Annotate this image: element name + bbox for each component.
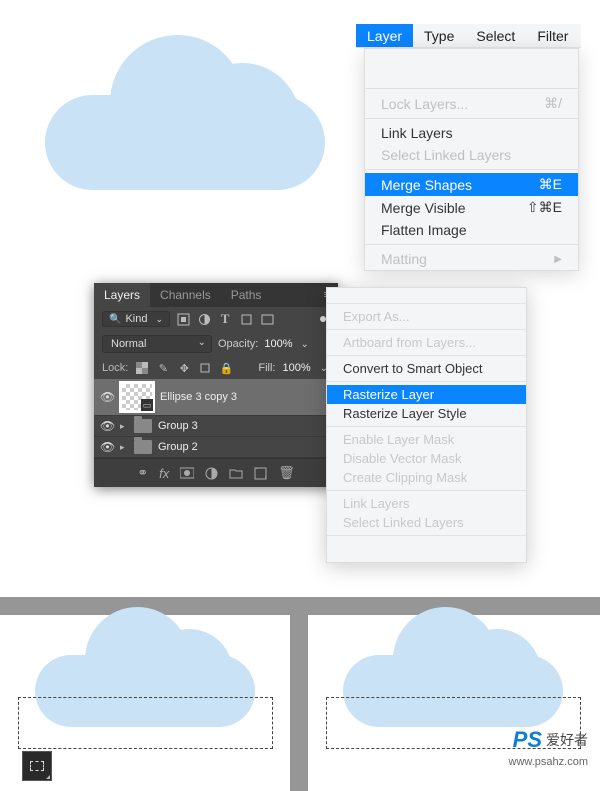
group-icon[interactable] xyxy=(229,467,243,479)
rectangular-marquee-tool-icon[interactable] xyxy=(22,751,52,781)
watermark: PS爱好者 www.psahz.com xyxy=(509,727,588,769)
ctx-item xyxy=(327,539,526,558)
menu-matting[interactable]: Matting▶ xyxy=(365,248,578,270)
menu-lock-layers[interactable]: Lock Layers...⌘/ xyxy=(365,92,578,115)
menu-select[interactable]: Select xyxy=(465,24,526,47)
menu-spacer xyxy=(365,49,578,67)
lock-all-icon[interactable]: 🔒 xyxy=(219,361,233,375)
tab-paths[interactable]: Paths xyxy=(221,283,272,307)
menu-merge-visible[interactable]: Merge Visible⇧⌘E xyxy=(365,196,578,219)
filter-smart-icon[interactable] xyxy=(260,312,274,326)
kind-filter[interactable]: 🔍Kind⌄ xyxy=(102,311,170,327)
visibility-icon[interactable]: 👁 xyxy=(100,440,114,454)
tab-channels[interactable]: Channels xyxy=(150,283,221,307)
panel-footer: ⚭ fx 🗑 xyxy=(94,458,338,487)
lock-artboard-icon[interactable] xyxy=(198,361,212,375)
menu-link-layers[interactable]: Link Layers xyxy=(365,122,578,144)
opacity-label: Opacity: xyxy=(218,338,258,350)
menu-layer[interactable]: Layer xyxy=(356,24,413,47)
lock-transparency-icon[interactable] xyxy=(135,361,149,375)
menu-merge-shapes[interactable]: Merge Shapes⌘E xyxy=(365,173,578,196)
filter-pixel-icon[interactable] xyxy=(176,312,190,326)
layer-dropdown-menu: Lock Layers...⌘/ Link Layers Select Link… xyxy=(364,48,579,271)
layer-item[interactable]: 👁 ▭ Ellipse 3 copy 3 xyxy=(94,379,338,416)
layer-thumbnail[interactable]: ▭ xyxy=(120,382,154,412)
ctx-create-clipping-mask[interactable]: Create Clipping Mask xyxy=(327,468,526,487)
folder-icon xyxy=(134,419,152,433)
layer-name[interactable]: Group 3 xyxy=(158,420,198,432)
opacity-dropdown-icon[interactable]: ⌄ xyxy=(299,339,311,350)
lock-pixels-icon[interactable]: ✎ xyxy=(156,361,170,375)
opacity-value[interactable]: 100% xyxy=(264,338,292,350)
visibility-icon[interactable]: 👁 xyxy=(100,390,114,404)
ctx-select-linked[interactable]: Select Linked Layers xyxy=(327,513,526,532)
layer-name[interactable]: Ellipse 3 copy 3 xyxy=(160,391,237,403)
ctx-item: Export As... xyxy=(327,307,526,326)
panel-divider-mid xyxy=(290,615,308,791)
menu-divider xyxy=(327,490,526,491)
ctx-item xyxy=(327,296,526,300)
blend-mode-select[interactable]: Normal xyxy=(102,335,212,353)
layer-name[interactable]: Group 2 xyxy=(158,441,198,453)
menu-divider xyxy=(365,244,578,245)
ctx-rasterize-layer[interactable]: Rasterize Layer xyxy=(327,385,526,404)
layer-item[interactable]: 👁 ▸ Group 2 xyxy=(94,437,338,458)
ctx-disable-vector-mask[interactable]: Disable Vector Mask xyxy=(327,449,526,468)
menu-type[interactable]: Type xyxy=(413,24,465,47)
ctx-convert-smart-object[interactable]: Convert to Smart Object xyxy=(327,359,526,378)
folder-icon xyxy=(134,440,152,454)
filter-shape-icon[interactable] xyxy=(239,312,253,326)
menu-flatten-image[interactable]: Flatten Image xyxy=(365,219,578,241)
filter-type-icon[interactable]: T xyxy=(218,312,232,326)
fx-icon[interactable]: fx xyxy=(159,466,169,481)
layers-panel: Layers Channels Paths ≡ 🔍Kind⌄ T Normal … xyxy=(94,283,338,487)
disclosure-triangle[interactable]: ▸ xyxy=(120,442,128,453)
menu-divider xyxy=(327,381,526,382)
comparison-left-canvas xyxy=(0,615,290,791)
menu-divider xyxy=(327,303,526,304)
menu-divider xyxy=(327,535,526,536)
filter-row: 🔍Kind⌄ T xyxy=(94,307,338,331)
lock-label: Lock: xyxy=(102,362,128,374)
ctx-enable-layer-mask[interactable]: Enable Layer Mask xyxy=(327,430,526,449)
lock-row: Lock: ✎ ✥ 🔒 Fill: 100% ⌄ xyxy=(94,357,338,379)
trash-icon[interactable]: 🗑 xyxy=(278,465,295,481)
watermark-logo: PS xyxy=(513,727,542,753)
menu-spacer xyxy=(365,67,578,85)
menu-divider xyxy=(365,169,578,170)
new-layer-icon[interactable] xyxy=(254,467,267,480)
fill-label: Fill: xyxy=(258,362,275,374)
menu-divider xyxy=(327,426,526,427)
lock-position-icon[interactable]: ✥ xyxy=(177,361,191,375)
disclosure-triangle[interactable]: ▸ xyxy=(120,421,128,432)
mask-icon[interactable] xyxy=(180,467,194,479)
watermark-url: www.psahz.com xyxy=(509,756,588,768)
ctx-link-layers[interactable]: Link Layers xyxy=(327,494,526,513)
blend-row: Normal Opacity: 100% ⌄ xyxy=(94,331,338,357)
menubar: Layer Type Select Filter xyxy=(356,24,581,48)
tab-layers[interactable]: Layers xyxy=(94,283,150,307)
menu-divider xyxy=(365,118,578,119)
link-icon[interactable]: ⚭ xyxy=(137,465,148,481)
menu-divider xyxy=(327,355,526,356)
filter-adjustment-icon[interactable] xyxy=(197,312,211,326)
menu-divider xyxy=(327,329,526,330)
watermark-text: 爱好者 xyxy=(546,732,588,748)
selection-marquee xyxy=(18,697,273,749)
menu-filter[interactable]: Filter xyxy=(526,24,579,47)
fill-value[interactable]: 100% xyxy=(282,362,310,374)
layers-list: 👁 ▭ Ellipse 3 copy 3 👁 ▸ Group 3 👁 ▸ Gro… xyxy=(94,379,338,458)
menu-select-linked[interactable]: Select Linked Layers xyxy=(365,144,578,166)
ctx-artboard[interactable]: Artboard from Layers... xyxy=(327,333,526,352)
visibility-icon[interactable]: 👁 xyxy=(100,419,114,433)
cloud-artwork-large xyxy=(40,35,330,190)
adjustment-icon[interactable] xyxy=(205,467,218,480)
layer-item[interactable]: 👁 ▸ Group 3 xyxy=(94,416,338,437)
ctx-rasterize-layer-style[interactable]: Rasterize Layer Style xyxy=(327,404,526,423)
panel-tabs: Layers Channels Paths ≡ xyxy=(94,283,338,307)
menu-divider xyxy=(365,88,578,89)
layer-context-menu: Export As... Artboard from Layers... Con… xyxy=(326,287,527,563)
